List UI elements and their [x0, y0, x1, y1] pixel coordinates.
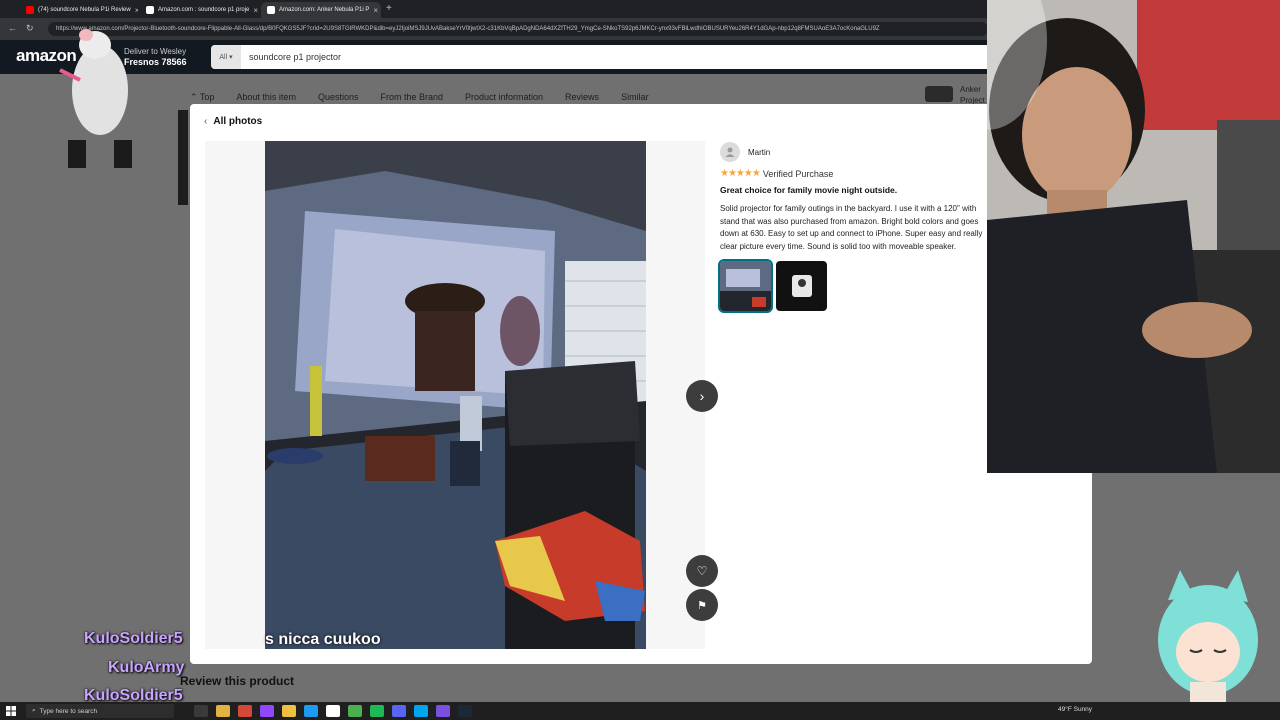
chat-message: s nicca cuukoo	[265, 631, 381, 648]
webcam-feed	[987, 0, 1280, 473]
review-photo	[265, 141, 646, 649]
photo-viewer: › ♡ ⚑	[205, 141, 718, 649]
chat-line: KuloArmy	[108, 659, 184, 677]
start-button[interactable]	[0, 702, 22, 720]
tab-label: Amazon.com: Anker Nebula P1i P	[279, 7, 370, 13]
star-rating: ★★★★★	[720, 168, 761, 179]
review-body: Solid projector for family outings in th…	[720, 204, 983, 251]
like-button[interactable]: ♡	[686, 555, 718, 587]
amazon-favicon-icon	[146, 6, 154, 14]
tab-amazon-search[interactable]: Amazon.com : soundcore p1 proje ×	[140, 2, 260, 18]
tab-label: Amazon.com : soundcore p1 proje	[158, 7, 250, 13]
discord-icon[interactable]	[392, 705, 406, 717]
taskbar-search-placeholder: Type here to search	[39, 707, 98, 715]
avatar	[720, 142, 740, 162]
tab-amazon-product[interactable]: Amazon.com: Anker Nebula P1i P ×	[261, 2, 381, 18]
review-this-product-heading: Review this product	[180, 674, 295, 688]
app-icon[interactable]	[348, 705, 362, 717]
all-photos-label: All photos	[213, 116, 263, 127]
verified-purchase-badge: Verified Purchase	[762, 168, 834, 179]
review-thumbnails	[718, 259, 1020, 313]
review-thumbnail[interactable]	[718, 259, 773, 313]
taskbar-apps	[194, 705, 472, 717]
user-icon	[725, 147, 735, 157]
review-title: Great choice for family movie night outs…	[720, 185, 898, 195]
spotify-icon[interactable]	[370, 705, 384, 717]
close-icon[interactable]: ×	[253, 6, 258, 15]
thumbnail-image	[776, 261, 827, 311]
steam-icon[interactable]	[458, 705, 472, 717]
url-field[interactable]: https://www.amazon.com/Projector-Bluetoo…	[48, 22, 988, 36]
rating-row: ★★★★★ Verified Purchase	[720, 168, 1020, 179]
back-icon[interactable]: ←	[8, 23, 17, 33]
obs-icon[interactable]	[326, 705, 340, 717]
chat-user: KuloArmy	[108, 659, 185, 676]
review-thumbnail[interactable]	[776, 261, 827, 311]
report-button[interactable]: ⚑	[686, 589, 718, 621]
heart-icon: ♡	[696, 564, 708, 578]
taskbar-search[interactable]: ⌕ Type here to search	[26, 704, 174, 718]
vtuber-avatar-image	[1158, 570, 1258, 705]
product-thumb	[925, 86, 953, 102]
reload-icon[interactable]: ↻	[26, 23, 34, 34]
search-bar[interactable]: All ▾ soundcore p1 projector	[211, 45, 991, 69]
tab-label: (74) soundcore Nebula P1i Review	[38, 7, 131, 13]
review-photo-image	[265, 141, 646, 649]
tab-youtube[interactable]: (74) soundcore Nebula P1i Review ×	[20, 2, 138, 18]
thumbnail-image	[720, 261, 771, 311]
weather-widget[interactable]: 49°F Sunny	[1058, 706, 1092, 713]
twitch-icon[interactable]	[260, 705, 274, 717]
chevron-right-icon: ›	[699, 388, 705, 404]
mail-icon[interactable]	[304, 705, 318, 717]
reviewer-name[interactable]: Martin	[748, 148, 770, 157]
webcam-image	[987, 0, 1280, 473]
chat-user: KuloSoldier5	[84, 630, 183, 647]
amazon-favicon-icon	[267, 6, 275, 14]
rat-overlay-image	[59, 29, 132, 168]
page-sidebar-image	[178, 110, 188, 205]
chevron-left-icon: ‹	[204, 116, 208, 127]
next-photo-button[interactable]: ›	[686, 380, 718, 412]
store-icon[interactable]	[414, 705, 428, 717]
task-view-icon[interactable]	[194, 705, 208, 717]
all-photos-link[interactable]: ‹ All photos	[204, 116, 262, 127]
windows-icon	[6, 706, 16, 716]
search-category-select[interactable]: All ▾	[211, 45, 241, 69]
chat-line: KuloSoldier5	[84, 630, 183, 648]
search-icon: ⌕	[32, 707, 36, 714]
flag-icon: ⚑	[697, 599, 707, 612]
close-icon[interactable]: ×	[135, 6, 138, 15]
review-pane: Martin ★★★★★ Verified Purchase Great cho…	[718, 142, 1020, 313]
new-tab-icon[interactable]: +	[386, 3, 392, 14]
photo-modal: ‹ All photos › ♡ ⚑ Martin ★★★★★ Verified…	[190, 104, 1092, 664]
taskbar: ⌕ Type here to search 49°F Sunny	[0, 702, 1280, 720]
file-explorer-icon[interactable]	[216, 705, 230, 717]
youtube-icon	[26, 6, 34, 14]
folder-icon[interactable]	[282, 705, 296, 717]
app-icon[interactable]	[436, 705, 450, 717]
search-input[interactable]: soundcore p1 projector	[241, 52, 341, 62]
reviewer: Martin	[720, 142, 1020, 162]
anker-label: Anker Project	[960, 85, 985, 105]
close-icon[interactable]: ×	[373, 6, 378, 15]
chrome-icon[interactable]	[238, 705, 252, 717]
